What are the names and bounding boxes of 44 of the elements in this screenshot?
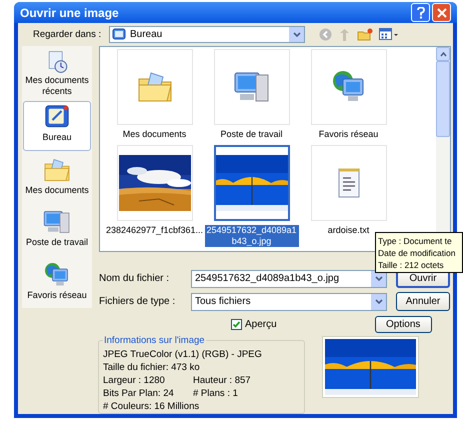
tooltip-text: Taille : 212 octets bbox=[378, 259, 445, 271]
tooltip-text: Date de modification bbox=[378, 247, 456, 259]
file-name: Mes documents bbox=[122, 129, 186, 140]
help-icon bbox=[416, 6, 424, 19]
preview-checkbox-label: Aperçu bbox=[245, 318, 277, 332]
places-item[interactable]: Bureau bbox=[23, 101, 91, 151]
file-name: 2549517632_d4089a1b43_o.jpg bbox=[204, 225, 298, 248]
info-text: # Plans : 1 bbox=[193, 387, 238, 400]
file-thumbnail[interactable] bbox=[214, 145, 290, 222]
window-title: Ouvrir une image bbox=[20, 4, 120, 22]
info-text: Hauteur : 857 bbox=[193, 374, 251, 387]
info-text: Taille du fichier: 473 ko bbox=[103, 361, 200, 374]
info-text: # Couleurs: 16 Millions bbox=[103, 400, 200, 413]
view-menu-icon[interactable] bbox=[379, 28, 399, 42]
close-icon bbox=[436, 8, 446, 18]
info-text: JPEG TrueColor (v1.1) (RGB) - JPEG bbox=[103, 348, 262, 361]
preview-checkbox[interactable] bbox=[231, 318, 242, 330]
close-button[interactable] bbox=[432, 3, 451, 22]
tooltip-text: Type : Document te bbox=[378, 235, 453, 247]
scroll-thumb[interactable] bbox=[436, 61, 450, 138]
file-name: 2382462977_f1cbf361... bbox=[106, 225, 204, 236]
options-button[interactable]: Options bbox=[374, 316, 432, 333]
file-name-field[interactable]: 2549517632_d4089a1b43_o.jpg bbox=[191, 270, 387, 288]
cancel-button[interactable]: Annuler bbox=[396, 292, 450, 312]
desktop-icon bbox=[112, 28, 126, 42]
new-folder-icon[interactable] bbox=[357, 28, 373, 42]
file-name: Favoris réseau bbox=[318, 129, 378, 140]
look-in-label: Regarder dans : bbox=[33, 28, 102, 42]
file-name-label: Nom du fichier : bbox=[99, 272, 170, 286]
file-name: ardoise.txt bbox=[328, 225, 370, 236]
help-button[interactable] bbox=[411, 3, 430, 22]
places-item[interactable]: Mes documents bbox=[23, 154, 91, 204]
look-in-value: Bureau bbox=[130, 28, 164, 42]
file-type-label: Fichiers de type : bbox=[99, 295, 176, 310]
look-in-dropdown[interactable]: Bureau bbox=[109, 26, 305, 44]
scroll-up-button[interactable] bbox=[436, 47, 450, 62]
scroll-up-icon bbox=[440, 52, 446, 57]
file-type-dropdown[interactable]: Tous fichiers bbox=[191, 292, 387, 311]
info-text: Largeur : 1280 bbox=[103, 374, 166, 387]
info-text: Bits Par Plan: 24 bbox=[103, 387, 175, 400]
places-item[interactable]: Favoris réseau bbox=[23, 258, 91, 308]
file-name: Poste de travail bbox=[220, 129, 283, 140]
places-item[interactable]: Poste de travail bbox=[23, 206, 91, 256]
places-item[interactable]: Mes documents récents bbox=[23, 48, 91, 98]
